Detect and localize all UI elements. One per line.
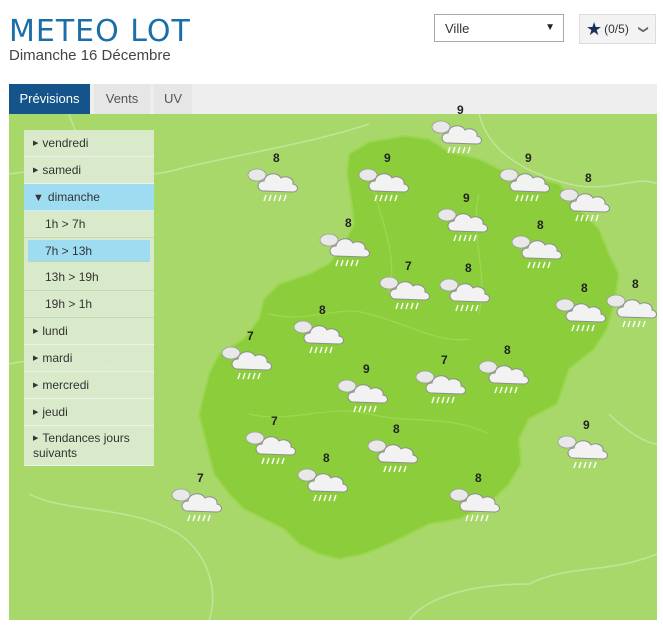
day-item-lundi[interactable]: ▶ lundi	[24, 318, 154, 345]
star-icon: ★	[586, 18, 603, 39]
tab-previsions[interactable]: Prévisions	[9, 84, 90, 114]
day-item-samedi[interactable]: ▶ samedi	[24, 157, 154, 184]
forecast-marker[interactable]: 8	[556, 171, 616, 222]
forecast-marker[interactable]: 8	[446, 471, 506, 522]
tab-vents[interactable]: Vents	[94, 84, 150, 114]
day-item-dimanche[interactable]: ▼ dimanche	[24, 184, 154, 211]
bullet-icon: ▶	[33, 409, 39, 416]
forecast-marker[interactable]: 9	[428, 103, 488, 154]
city-select-value: Ville	[445, 21, 470, 36]
chevron-down-icon: ▼	[545, 22, 555, 33]
page-title: METEO LOT	[9, 14, 191, 49]
chevron-down-icon: ❯	[637, 24, 649, 34]
day-menu: ▶ vendredi ▶ samedi ▼ dimanche 1h > 7h 7h >…	[24, 130, 154, 466]
day-item-mardi[interactable]: ▶ mardi	[24, 345, 154, 372]
forecast-marker[interactable]: 7	[218, 329, 278, 380]
forecast-marker[interactable]: 7	[168, 471, 228, 522]
day-item-jeudi[interactable]: ▶ jeudi	[24, 399, 154, 426]
forecast-marker[interactable]: 8	[244, 151, 304, 202]
forecast-marker[interactable]: 7	[376, 259, 436, 310]
forecast-marker[interactable]: 9	[334, 362, 394, 413]
forecast-marker[interactable]: 8	[508, 218, 568, 269]
forecast-marker[interactable]: 8	[294, 451, 354, 502]
bullet-icon: ▶	[33, 140, 39, 147]
slot-item[interactable]: 13h > 19h	[24, 264, 154, 291]
tab-uv[interactable]: UV	[154, 84, 192, 114]
forecast-marker[interactable]: 9	[496, 151, 556, 202]
tabs-bar: Prévisions Vents UV	[9, 84, 657, 114]
forecast-marker[interactable]: 8	[290, 303, 350, 354]
bullet-icon: ▶	[33, 355, 39, 362]
favorites-button[interactable]: ★ (0/5) ❯	[579, 14, 656, 44]
slot-item-active[interactable]: 7h > 13h	[28, 240, 150, 262]
forecast-marker[interactable]: 8	[436, 261, 496, 312]
slot-item[interactable]: 19h > 1h	[24, 291, 154, 318]
forecast-marker[interactable]: 7	[412, 353, 472, 404]
day-item-mercredi[interactable]: ▶ mercredi	[24, 372, 154, 399]
city-select[interactable]: Ville ▼	[434, 14, 564, 42]
bullet-icon: ▶	[33, 435, 39, 442]
day-item-vendredi[interactable]: ▶ vendredi	[24, 130, 154, 157]
bullet-icon: ▶	[33, 328, 39, 335]
bullet-icon: ▶	[33, 167, 39, 174]
favorites-count: (0/5)	[604, 22, 629, 36]
forecast-marker[interactable]: 9	[355, 151, 415, 202]
page-date: Dimanche 16 Décembre	[9, 47, 171, 64]
forecast-marker[interactable]: 7	[242, 414, 302, 465]
forecast-marker[interactable]: 8	[316, 216, 376, 267]
day-item-tendances[interactable]: ▶ Tendances jours suivants	[24, 426, 154, 466]
caret-down-icon: ▼	[33, 192, 44, 204]
forecast-marker[interactable]: 8	[475, 343, 535, 394]
forecast-marker[interactable]: 8	[364, 422, 424, 473]
forecast-marker[interactable]: 9	[554, 418, 614, 469]
slot-item[interactable]: 1h > 7h	[24, 211, 154, 238]
bullet-icon: ▶	[33, 382, 39, 389]
forecast-marker[interactable]: 8	[603, 277, 663, 328]
forecast-marker[interactable]: 9	[434, 191, 494, 242]
